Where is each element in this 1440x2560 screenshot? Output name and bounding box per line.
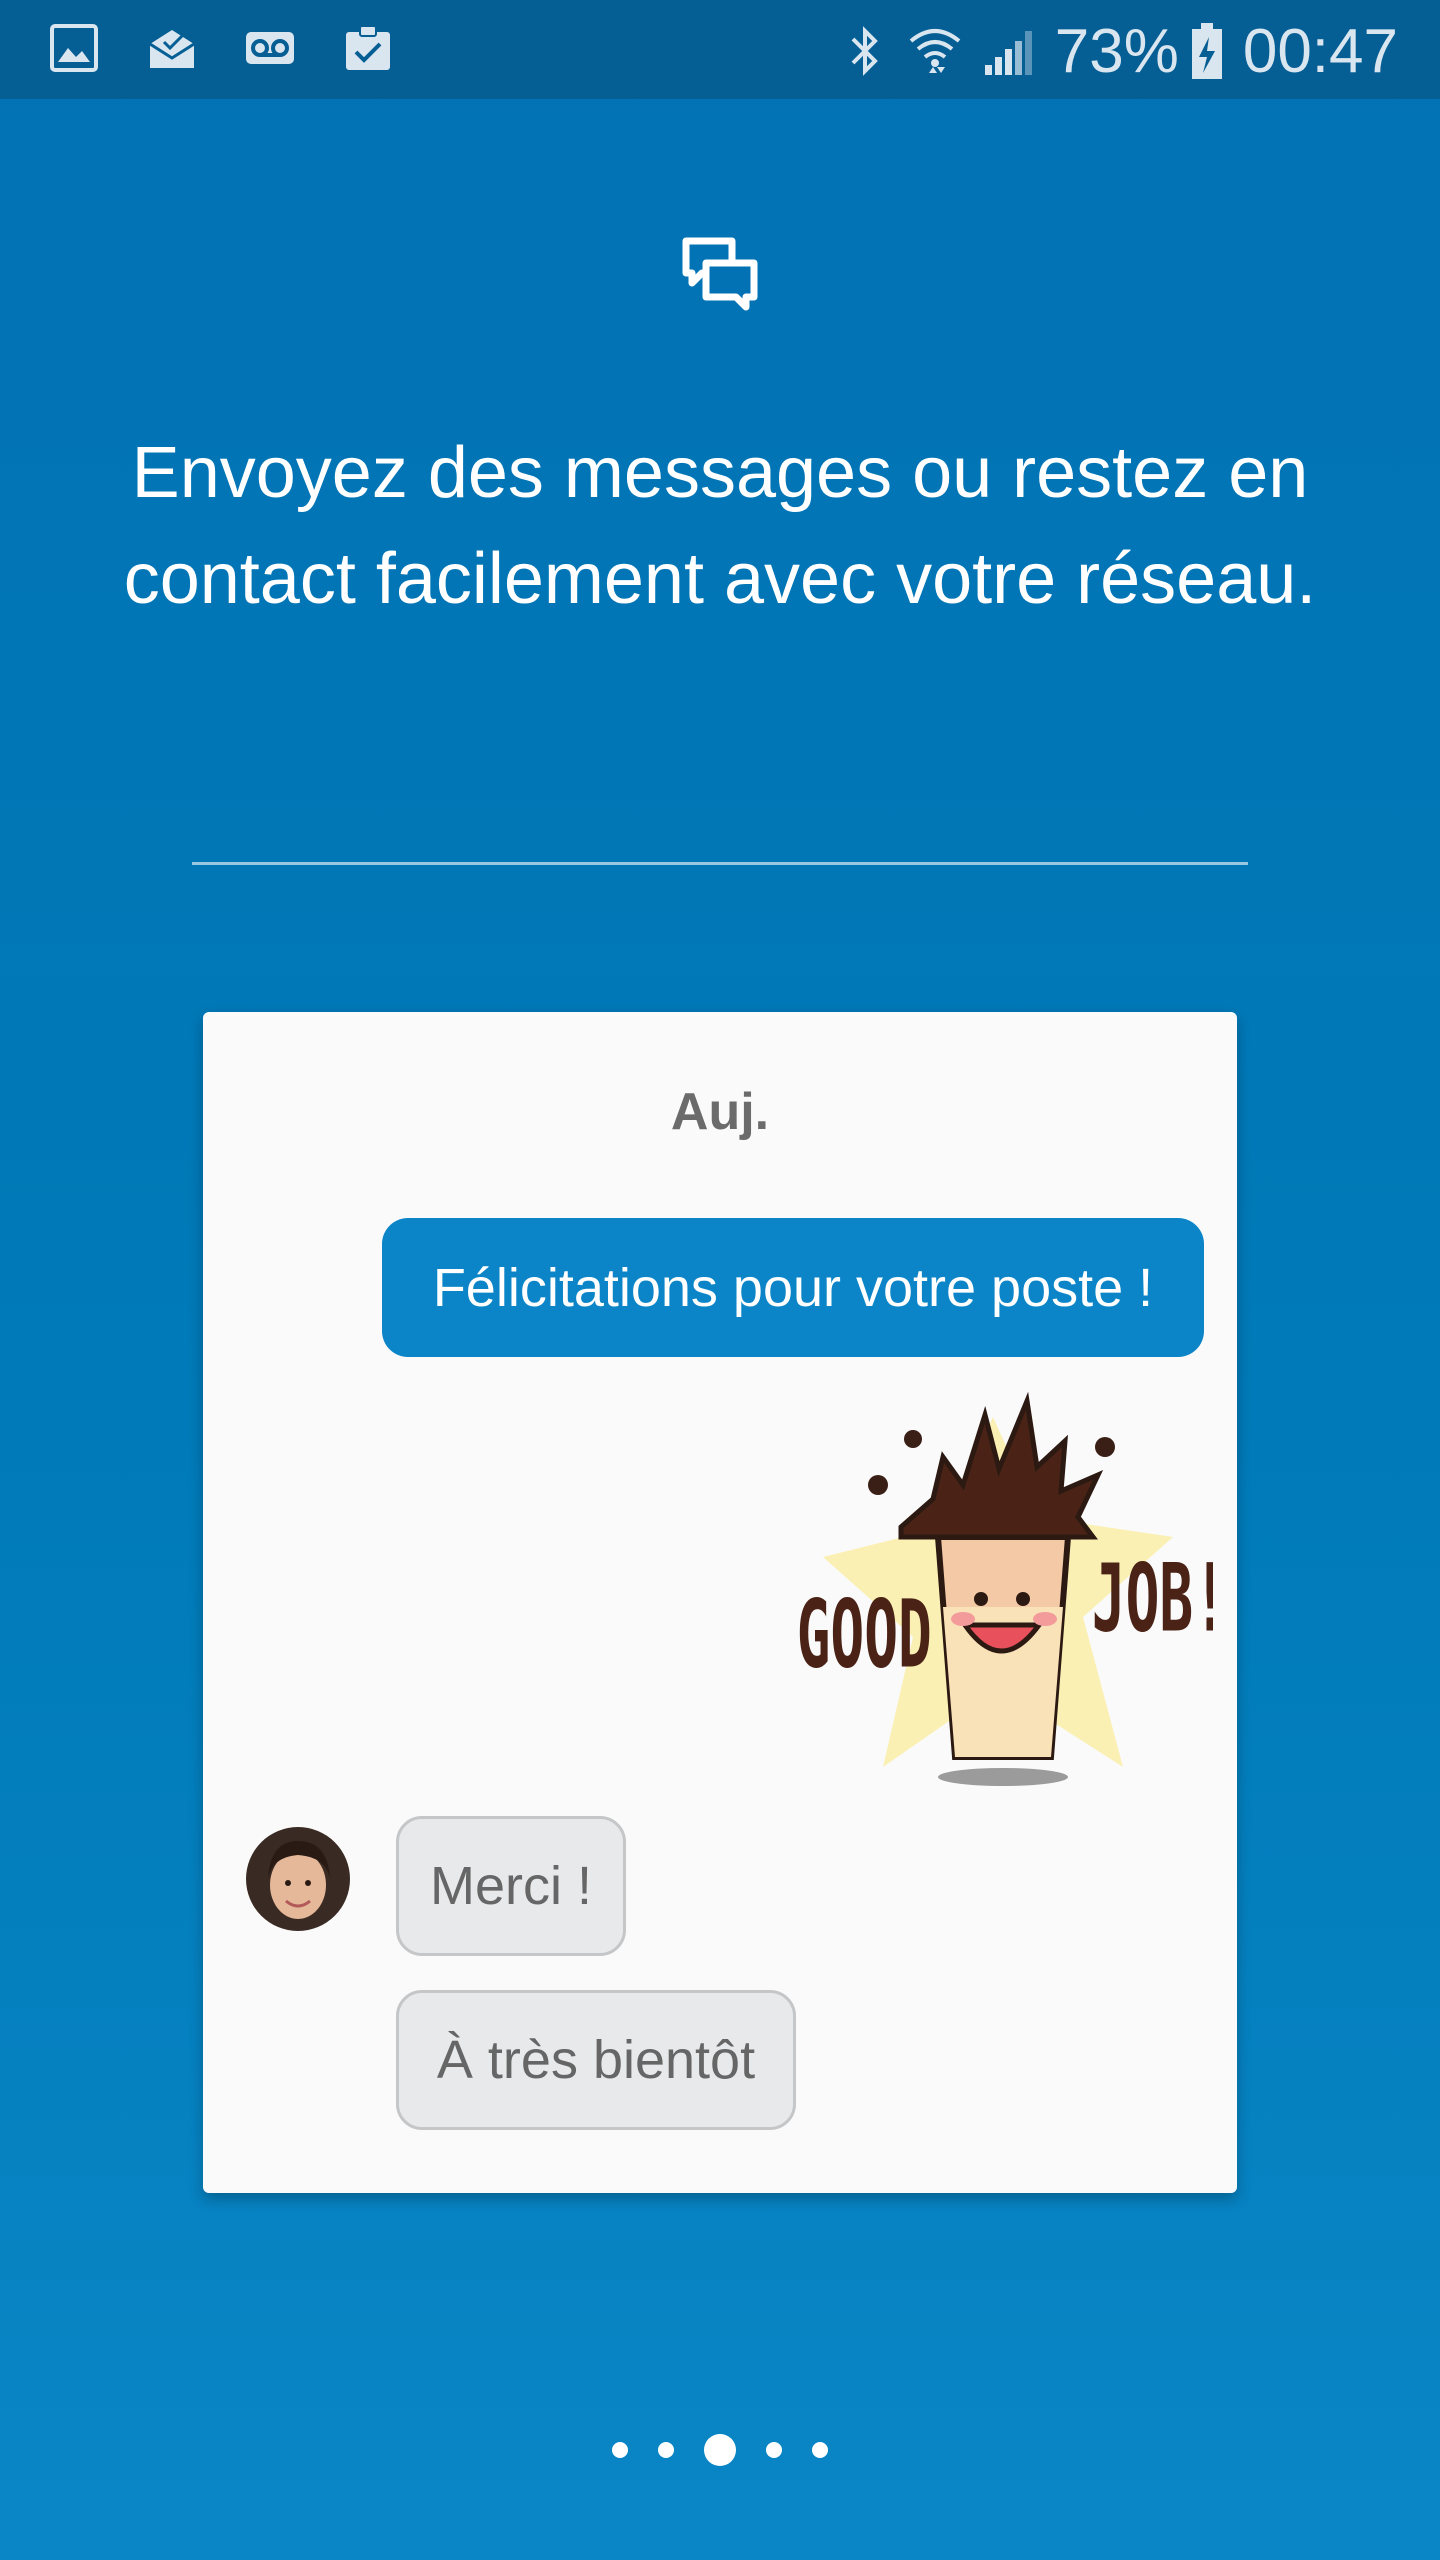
page-dot-active[interactable] [704,2434,736,2466]
page-dot[interactable] [658,2442,674,2458]
date-label: Auj. [670,1083,770,1141]
status-bar: 73% 00:47 [0,0,1440,99]
battery-charging-icon [1191,23,1222,79]
page-dot[interactable] [612,2442,628,2458]
incoming-message-bubble: À très bientôt [396,1990,796,2130]
battery-status: 73% [1055,16,1225,87]
signal-icon [984,31,1032,75]
sticker-job-text: JOB! [1092,1544,1213,1653]
notification-icons [48,22,394,74]
divider [192,862,1248,865]
email-icon [149,30,195,68]
page-dot[interactable] [766,2442,782,2458]
chat-bubbles-icon [682,237,758,311]
clock: 00:47 [1242,16,1398,86]
page-indicator [0,2420,1440,2480]
conversation-preview-card: Auj. Félicitations pour votre poste ! GO… [203,1012,1237,2193]
sticker-good-text: GOOD [797,1580,932,1689]
outgoing-message-bubble: Félicitations pour votre poste ! [382,1218,1204,1357]
clipboard-check-icon [346,25,390,70]
wifi-icon [909,29,961,73]
battery-percent: 73% [1054,16,1179,86]
good-job-sticker: GOOD JOB! [797,1391,1213,1786]
bluetooth-icon [851,26,878,76]
voicemail-icon [246,32,294,64]
avatar [246,1827,350,1931]
page-dot[interactable] [812,2442,828,2458]
gallery-icon [50,24,98,72]
system-status: 73% 00:47 [841,12,1398,90]
incoming-message-bubble: Merci ! [396,1816,626,1956]
onboarding-headline: Envoyez des messages ou restez en contac… [123,433,1317,619]
